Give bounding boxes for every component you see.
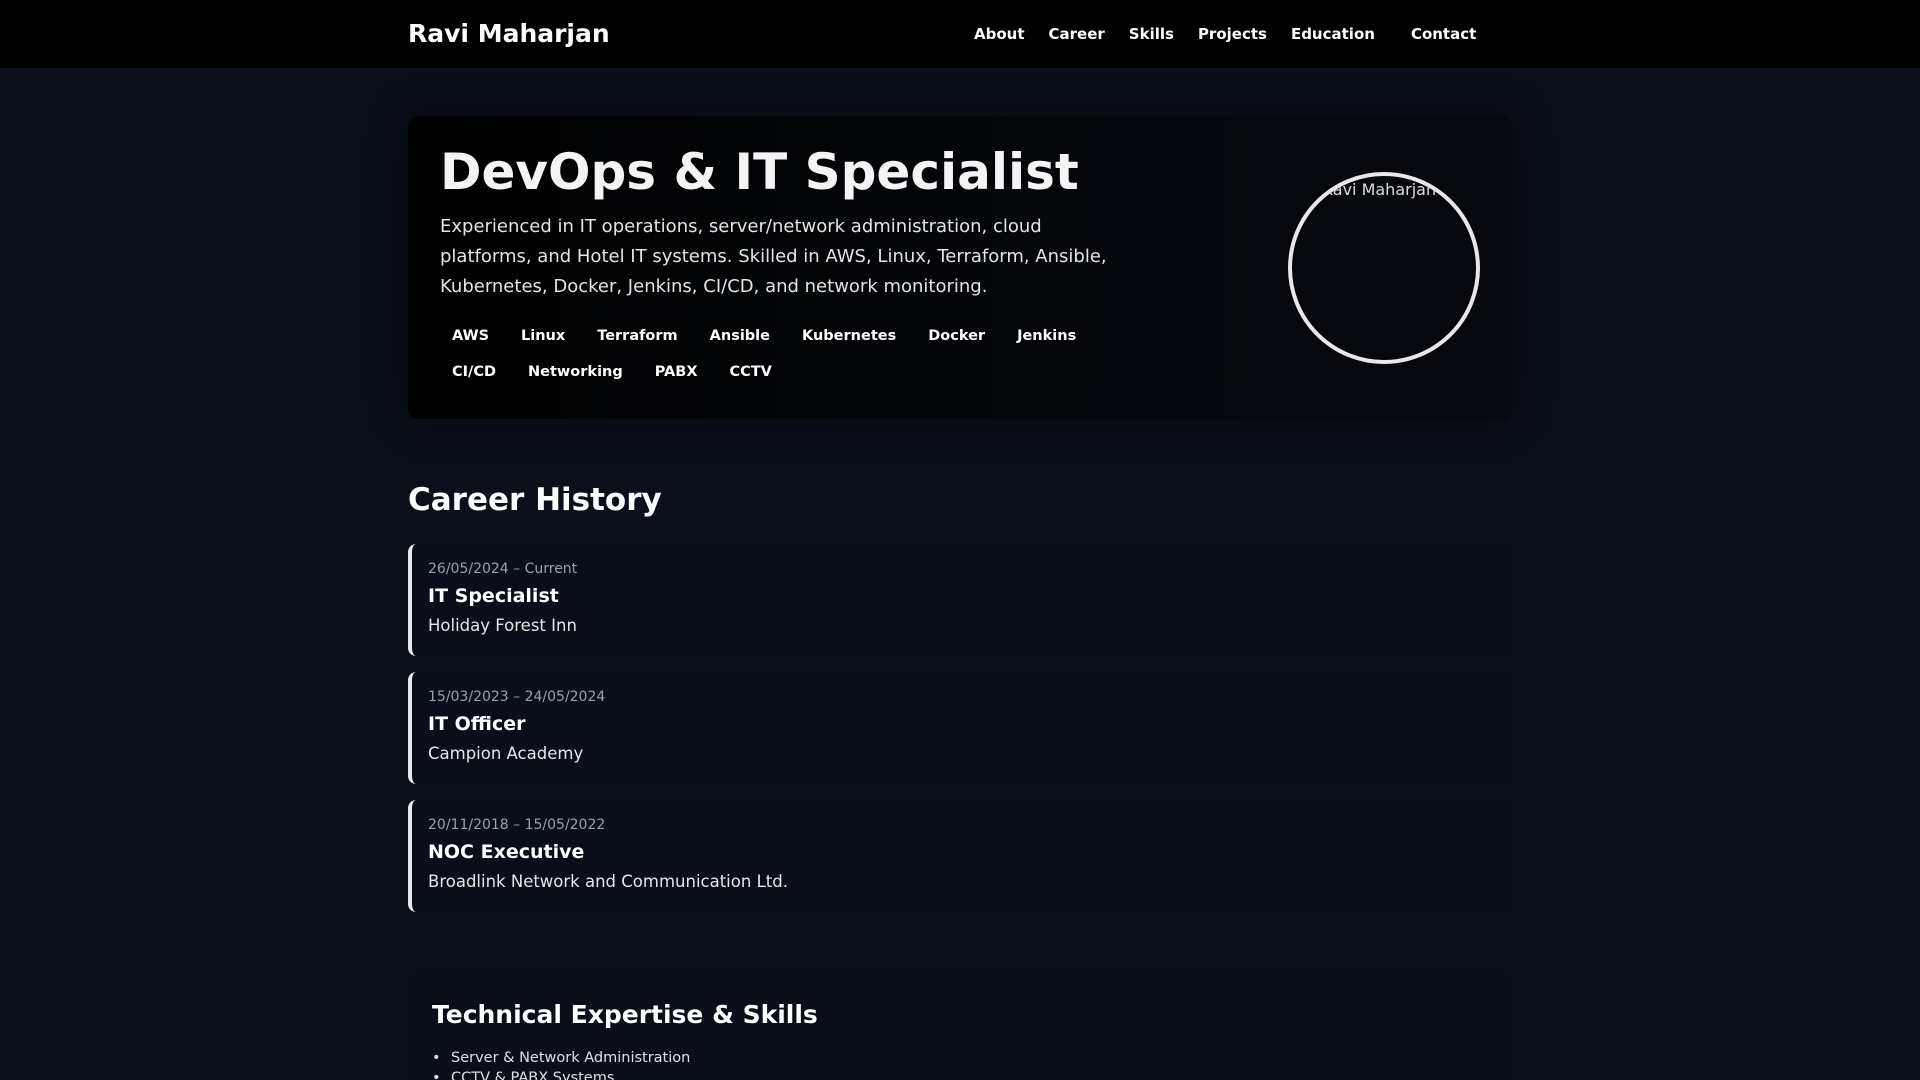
- tag-networking: Networking: [528, 364, 623, 380]
- tag-ansible: Ansible: [709, 328, 770, 344]
- job-company: Broadlink Network and Communication Ltd.: [428, 872, 788, 891]
- nav-link-skills[interactable]: Skills: [1129, 24, 1174, 44]
- tag-cctv: CCTV: [729, 364, 772, 380]
- top-navigation-bar: Ravi Maharjan About Career Skills Projec…: [0, 0, 1920, 68]
- skills-list-item: CCTV & PABX Systems: [432, 1068, 690, 1080]
- tag-terraform: Terraform: [597, 328, 678, 344]
- job-date: 20/11/2018 – 15/05/2022: [428, 817, 606, 833]
- site-brand[interactable]: Ravi Maharjan: [408, 19, 610, 48]
- nav-link-projects[interactable]: Projects: [1198, 24, 1267, 44]
- skills-list-item: Server & Network Administration: [432, 1048, 690, 1068]
- main-nav: About Career Skills Projects Education C…: [974, 24, 1476, 44]
- tag-pabx: PABX: [654, 364, 698, 380]
- avatar-alt-text: Ravi Maharjan: [1322, 180, 1437, 199]
- job-company: Holiday Forest Inn: [428, 616, 577, 635]
- hero-card: DevOps & IT Specialist Experienced in IT…: [408, 116, 1512, 419]
- career-entry: 15/03/2023 – 24/05/2024 IT Officer Campi…: [408, 672, 1512, 784]
- hero-description: Experienced in IT operations, server/net…: [440, 216, 1107, 297]
- job-title: NOC Executive: [428, 841, 585, 863]
- tag-kubernetes: Kubernetes: [802, 328, 897, 344]
- avatar: Ravi Maharjan: [1288, 172, 1480, 364]
- career-entry: 20/11/2018 – 15/05/2022 NOC Executive Br…: [408, 800, 1512, 912]
- nav-link-contact[interactable]: Contact: [1411, 24, 1476, 44]
- hero-title: DevOps & IT Specialist: [440, 143, 1079, 201]
- tag-jenkins: Jenkins: [1017, 328, 1077, 344]
- tag-aws: AWS: [452, 328, 490, 344]
- skills-section: Technical Expertise & Skills Server & Ne…: [408, 972, 1512, 1080]
- job-date: 15/03/2023 – 24/05/2024: [428, 689, 606, 705]
- skills-section-title: Technical Expertise & Skills: [432, 1000, 818, 1029]
- career-entry: 26/05/2024 – Current IT Specialist Holid…: [408, 544, 1512, 656]
- tag-cicd: CI/CD: [452, 364, 497, 380]
- skills-list: Server & Network Administration CCTV & P…: [432, 1048, 690, 1080]
- nav-link-career[interactable]: Career: [1049, 24, 1105, 44]
- job-title: IT Officer: [428, 713, 526, 735]
- job-date: 26/05/2024 – Current: [428, 561, 578, 577]
- tag-docker: Docker: [928, 328, 986, 344]
- job-company: Campion Academy: [428, 744, 584, 763]
- nav-link-about[interactable]: About: [974, 24, 1025, 44]
- skill-tags: AWS Linux Terraform Ansible Kubernetes D…: [440, 325, 1120, 383]
- nav-link-education[interactable]: Education: [1291, 24, 1375, 44]
- job-title: IT Specialist: [428, 585, 559, 607]
- career-section-title: Career History: [408, 482, 662, 518]
- tag-linux: Linux: [521, 328, 566, 344]
